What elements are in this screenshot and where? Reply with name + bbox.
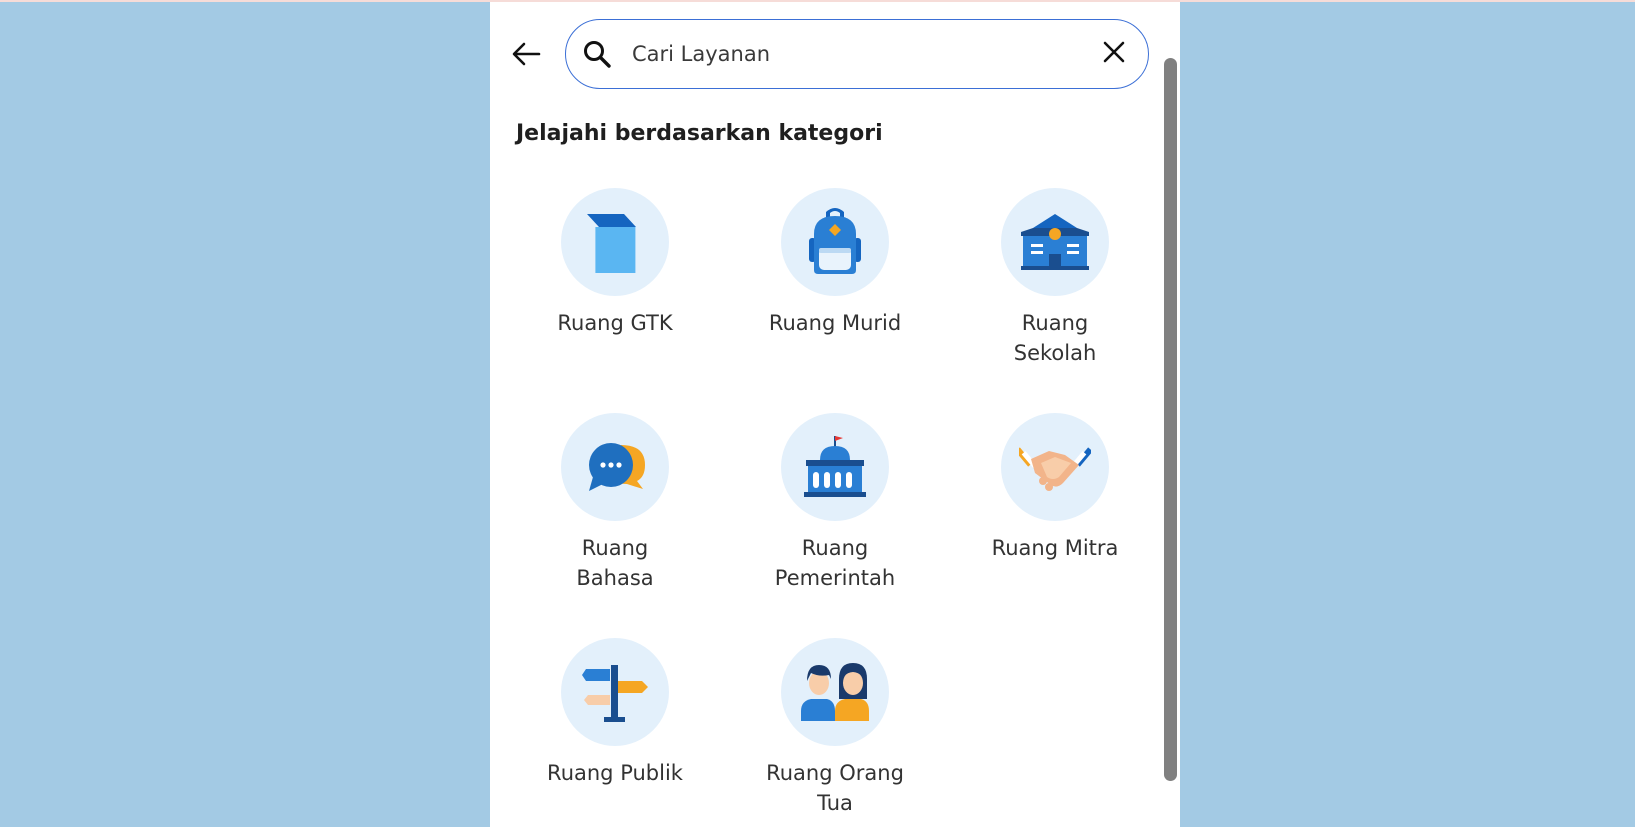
category-icon-circle xyxy=(561,638,669,746)
category-ruang-orang-tua[interactable]: Ruang Orang Tua xyxy=(735,638,935,818)
category-ruang-bahasa[interactable]: Ruang Bahasa xyxy=(515,413,715,593)
close-icon xyxy=(1102,40,1126,68)
chat-bubbles-icon xyxy=(589,443,645,491)
category-icon-circle xyxy=(561,413,669,521)
category-icon-circle xyxy=(561,188,669,296)
category-icon-circle xyxy=(781,638,889,746)
category-icon-circle xyxy=(781,413,889,521)
category-ruang-publik[interactable]: Ruang Publik xyxy=(515,638,715,788)
search-input[interactable] xyxy=(630,33,1096,75)
government-building-icon xyxy=(804,436,866,497)
category-icon-circle xyxy=(781,188,889,296)
category-label: Ruang Mitra xyxy=(991,536,1119,560)
category-ruang-mitra[interactable]: Ruang Mitra xyxy=(955,413,1155,563)
signpost-icon xyxy=(582,665,648,722)
category-label: Ruang Publik xyxy=(547,761,683,785)
clear-button[interactable] xyxy=(1096,36,1132,72)
category-icon-circle xyxy=(1001,413,1109,521)
category-ruang-pemerintah[interactable]: Ruang Pemerintah xyxy=(735,413,935,593)
category-label: Ruang Pemerintah xyxy=(774,536,896,590)
scrollbar[interactable] xyxy=(1164,58,1177,781)
arrow-left-icon xyxy=(511,41,541,71)
backpack-icon xyxy=(809,208,861,274)
category-label: Ruang Sekolah xyxy=(1013,311,1097,365)
back-button[interactable] xyxy=(504,36,548,76)
category-label: Ruang GTK xyxy=(557,311,673,335)
category-ruang-sekolah[interactable]: Ruang Sekolah xyxy=(955,188,1155,368)
category-heading: Jelajahi berdasarkan kategori xyxy=(516,121,883,146)
search-bar xyxy=(565,19,1149,89)
parents-icon xyxy=(801,663,869,721)
handshake-icon xyxy=(1019,447,1091,491)
category-label: Ruang Murid xyxy=(768,311,902,335)
category-ruang-murid[interactable]: Ruang Murid xyxy=(735,188,935,338)
category-ruang-gtk[interactable]: Ruang GTK xyxy=(515,188,715,338)
book-icon xyxy=(587,214,636,273)
category-label: Ruang Orang Tua xyxy=(766,761,904,815)
search-panel: Jelajahi berdasarkan kategori Ruang GTK xyxy=(490,2,1180,827)
category-label: Ruang Bahasa xyxy=(576,536,654,590)
search-icon xyxy=(580,37,614,71)
category-icon-circle xyxy=(1001,188,1109,296)
school-building-icon xyxy=(1021,214,1089,270)
